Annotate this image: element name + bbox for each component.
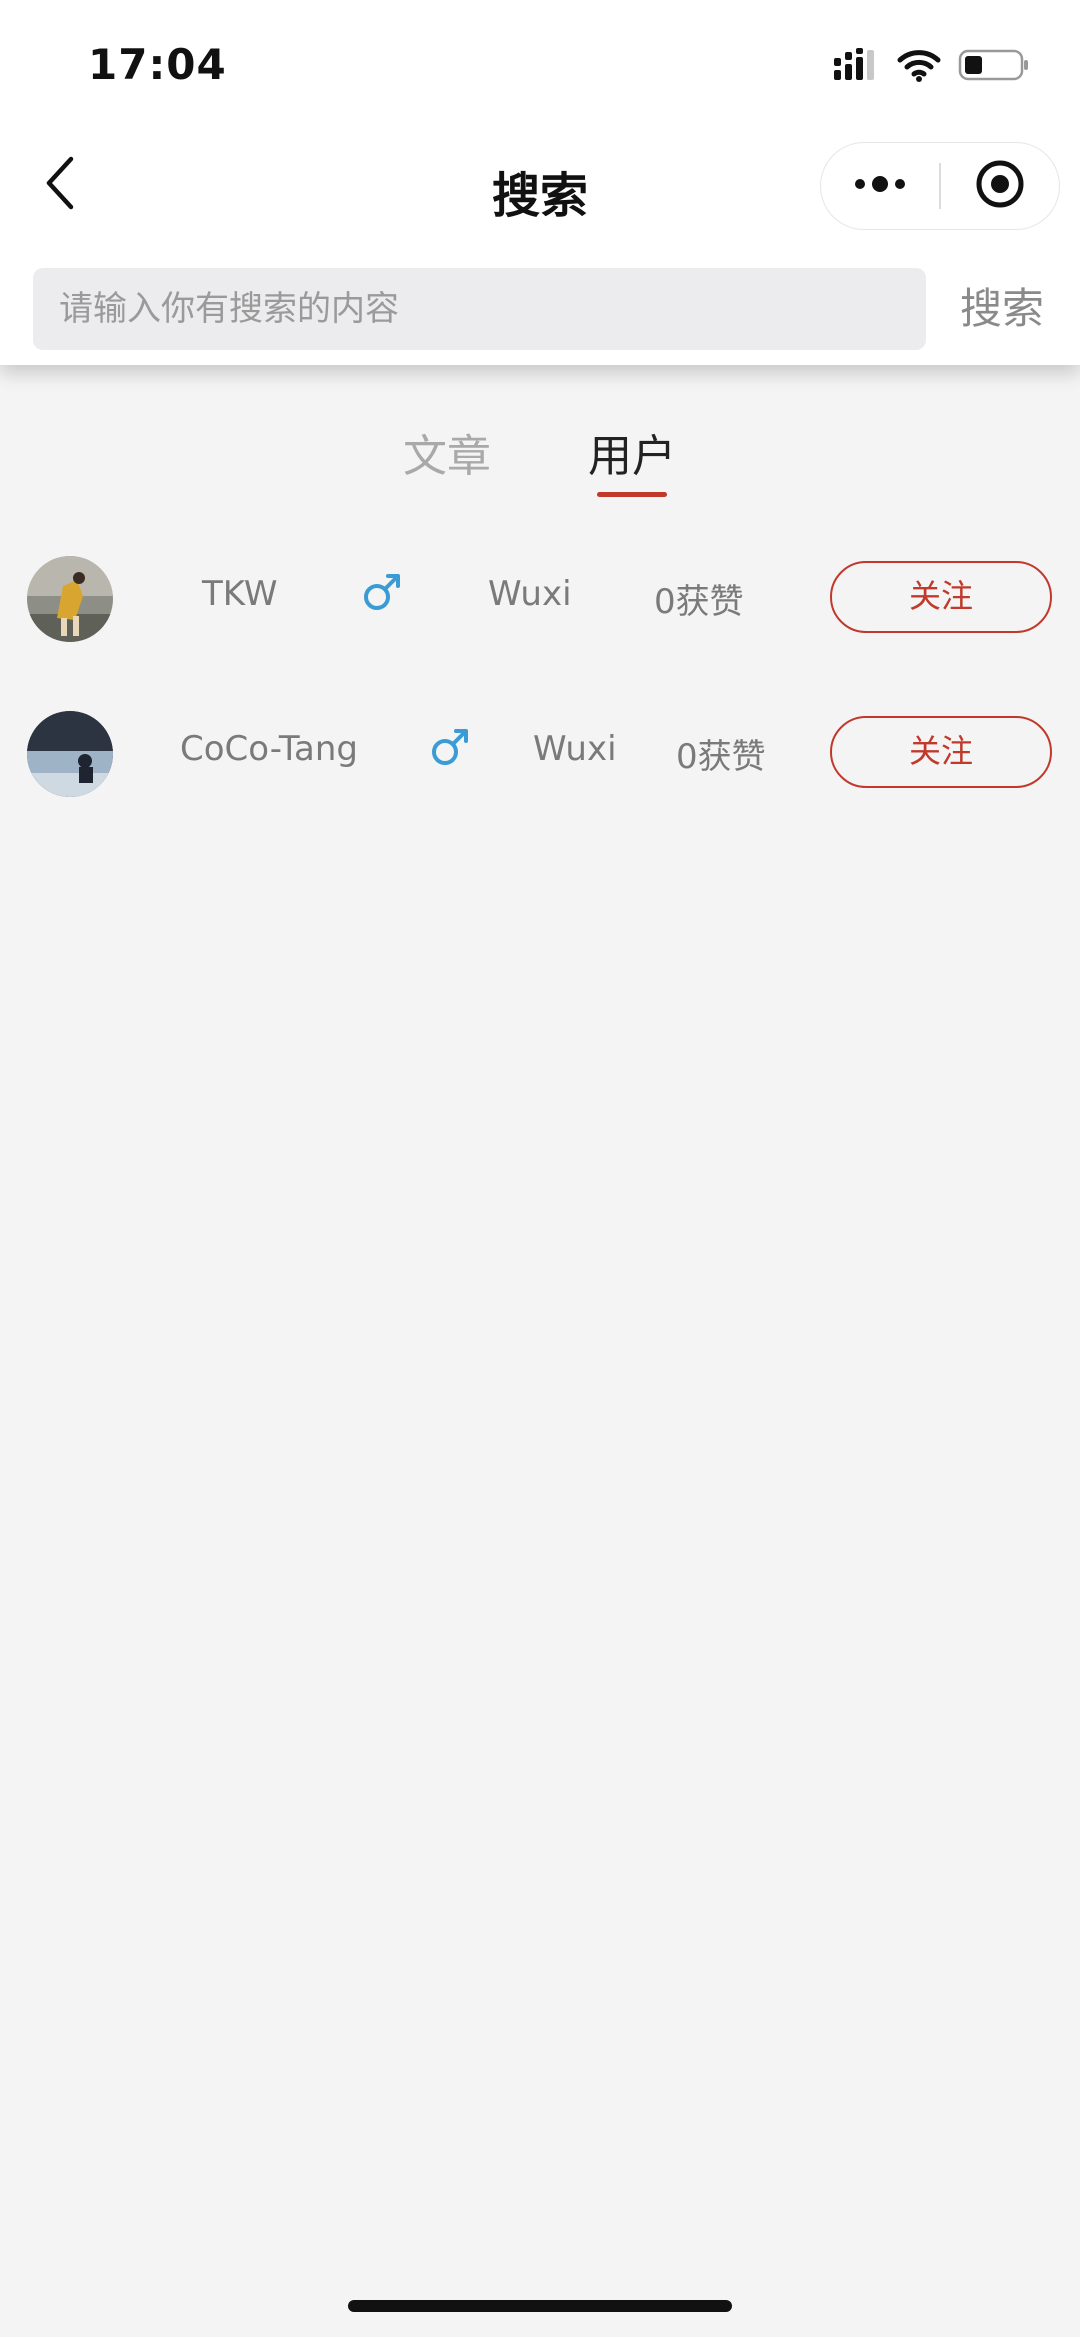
home-indicator[interactable] bbox=[348, 2300, 732, 2312]
search-row: 搜索 bbox=[0, 268, 1080, 350]
user-name: TKW bbox=[202, 574, 278, 614]
male-symbol-icon bbox=[428, 725, 472, 769]
more-button[interactable] bbox=[821, 143, 939, 229]
user-likes: 0获赞 bbox=[676, 737, 766, 777]
avatar[interactable] bbox=[27, 556, 113, 642]
header: 17:04 搜索 请输入你有搜索的内容 搜索 bbox=[0, 0, 1080, 365]
user-location: Wuxi bbox=[533, 729, 617, 769]
status-icons bbox=[832, 48, 1030, 82]
status-time: 17:04 bbox=[88, 40, 227, 89]
male-symbol-icon bbox=[360, 570, 404, 614]
user-row: TKW Wuxi 0获赞 关注 bbox=[0, 548, 1080, 703]
user-list: TKW Wuxi 0获赞 关注 CoCo-Tang Wuxi 0获赞 关注 bbox=[0, 548, 1080, 858]
close-mini-program-button[interactable] bbox=[941, 143, 1059, 229]
tab-users[interactable]: 用户 bbox=[588, 420, 676, 484]
follow-button[interactable]: 关注 bbox=[830, 561, 1052, 633]
target-circle-icon bbox=[974, 158, 1026, 214]
status-bar: 17:04 bbox=[0, 0, 1080, 130]
user-row: CoCo-Tang Wuxi 0获赞 关注 bbox=[0, 703, 1080, 858]
tab-articles[interactable]: 文章 bbox=[403, 420, 491, 484]
battery-icon bbox=[958, 48, 1030, 82]
follow-button[interactable]: 关注 bbox=[830, 716, 1052, 788]
tab-bar: 文章 用户 bbox=[0, 420, 1080, 510]
active-tab-indicator bbox=[597, 492, 667, 497]
user-likes: 0获赞 bbox=[654, 582, 744, 622]
search-button[interactable]: 搜索 bbox=[960, 268, 1044, 350]
user-name: CoCo-Tang bbox=[180, 729, 358, 769]
wifi-icon bbox=[896, 48, 942, 82]
nav-bar: 搜索 bbox=[0, 130, 1080, 250]
mini-program-capsule bbox=[820, 142, 1060, 230]
user-location: Wuxi bbox=[488, 574, 572, 614]
more-dots-icon bbox=[852, 174, 908, 198]
search-input[interactable] bbox=[33, 268, 926, 350]
cellular-signal-icon bbox=[832, 48, 880, 82]
avatar[interactable] bbox=[27, 711, 113, 797]
